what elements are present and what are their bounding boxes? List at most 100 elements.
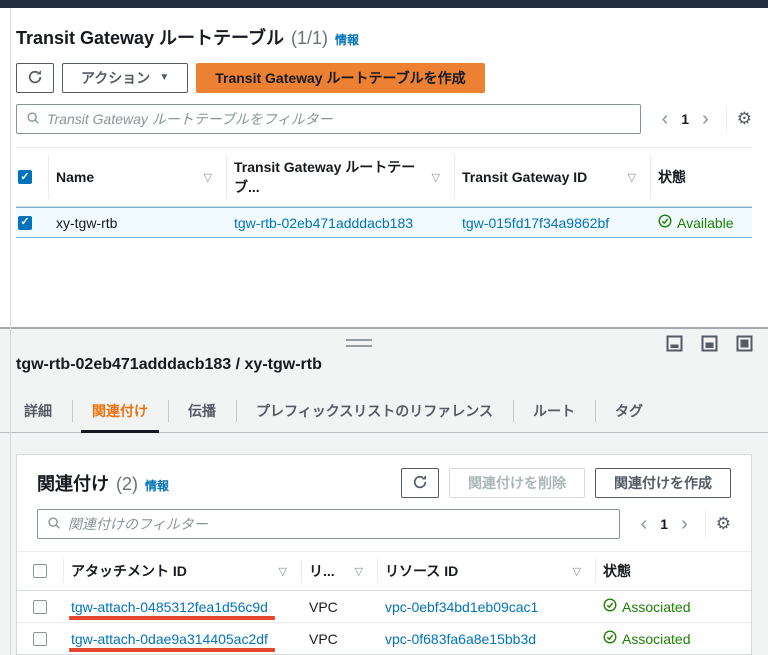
search-box bbox=[37, 509, 620, 539]
split-drag-handle[interactable] bbox=[346, 339, 372, 347]
check-icon: ✓ bbox=[20, 170, 30, 183]
actions-button[interactable]: アクション ▼ bbox=[62, 63, 189, 93]
column-header-label: 状態 bbox=[658, 169, 686, 185]
divider bbox=[704, 511, 706, 537]
info-link[interactable]: 情報 bbox=[335, 31, 359, 48]
status-ok-icon bbox=[603, 630, 617, 647]
refresh-button[interactable] bbox=[16, 63, 54, 93]
status-label: Available bbox=[677, 214, 734, 231]
table-header-row: ✓ Name ▽ Transit Gateway ルートテーブ... ▽ Tra… bbox=[16, 147, 752, 207]
row-checkbox[interactable]: ✓ bbox=[18, 215, 32, 230]
route-tables-panel: Transit Gateway ルートテーブル (1/1) 情報 アクション ▼… bbox=[0, 8, 768, 327]
layout-bottom-small-icon[interactable] bbox=[666, 335, 683, 355]
divider bbox=[725, 106, 727, 132]
column-header-rtb-name[interactable]: Transit Gateway ルートテーブ... ▽ bbox=[226, 148, 454, 206]
resource-id-link[interactable]: vpc-0f683fa6a8e15bb3d bbox=[385, 631, 536, 647]
associations-header: 関連付け (2) 情報 関連付けを削除 関連付けを作成 bbox=[17, 455, 751, 507]
associations-count: (2) bbox=[116, 474, 138, 494]
transit-gateway-id-link[interactable]: tgw-015fd17f34a9862bf bbox=[462, 215, 609, 231]
table-header-row: アタッチメント ID ▽ リ... ▽ リソース ID ▽ 状態 bbox=[17, 551, 751, 591]
search-icon bbox=[47, 516, 61, 533]
cell-name: xy-tgw-rtb bbox=[56, 214, 118, 231]
attachment-id-link[interactable]: tgw-attach-0dae9a314405ac2df bbox=[71, 631, 268, 647]
tab-routes[interactable]: ルート bbox=[513, 390, 595, 432]
create-association-button[interactable]: 関連付けを作成 bbox=[595, 468, 731, 498]
associations-card: 関連付け (2) 情報 関連付けを削除 関連付けを作成 関連付けのフィルター ‹… bbox=[16, 454, 752, 655]
tab-propagations[interactable]: 伝播 bbox=[168, 390, 236, 432]
column-header-label: リソース ID bbox=[385, 563, 459, 579]
filter-row: ‹ 1 › ⚙ bbox=[16, 104, 752, 134]
row-select-cell: ✓ bbox=[16, 210, 48, 236]
tab-tags[interactable]: タグ bbox=[595, 390, 663, 432]
status-label: Associated bbox=[622, 630, 691, 647]
row-checkbox[interactable] bbox=[33, 599, 47, 614]
table-row[interactable]: ✓ xy-tgw-rtb tgw-rtb-02eb471adddacb183 t… bbox=[16, 207, 752, 238]
resource-id-link[interactable]: vpc-0ebf34bd1eb09cac1 bbox=[385, 599, 538, 615]
info-link[interactable]: 情報 bbox=[145, 477, 169, 494]
layout-bottom-half-icon[interactable] bbox=[701, 335, 718, 355]
column-header-label: Name bbox=[56, 169, 95, 185]
column-header-label: リ... bbox=[309, 563, 335, 579]
delete-association-button[interactable]: 関連付けを削除 bbox=[449, 468, 585, 498]
create-route-table-button[interactable]: Transit Gateway ルートテーブルを作成 bbox=[196, 63, 485, 93]
search-box bbox=[16, 104, 641, 134]
page-number[interactable]: 1 bbox=[654, 516, 674, 532]
tab-associations[interactable]: 関連付け bbox=[72, 390, 168, 433]
chevron-right-icon[interactable]: › bbox=[674, 514, 695, 534]
table-row[interactable]: tgw-attach-0dae9a314405ac2df VPC vpc-0f6… bbox=[17, 623, 751, 655]
column-header-label: Transit Gateway ID bbox=[462, 169, 588, 185]
chevron-right-icon[interactable]: › bbox=[695, 109, 716, 129]
red-underline-annotation: tgw-attach-0dae9a314405ac2df bbox=[69, 631, 275, 652]
result-count: (1/1) bbox=[290, 28, 328, 48]
gear-icon[interactable]: ⚙ bbox=[716, 514, 731, 534]
column-header-name[interactable]: Name ▽ bbox=[48, 148, 226, 206]
select-all-checkbox[interactable]: ✓ bbox=[18, 170, 32, 184]
chevron-left-icon[interactable]: ‹ bbox=[655, 109, 676, 129]
column-header-tgw-id[interactable]: Transit Gateway ID ▽ bbox=[454, 148, 650, 206]
associations-filter-row: ‹ 1 › ⚙ bbox=[17, 507, 751, 551]
row-checkbox[interactable] bbox=[33, 631, 47, 646]
tab-details[interactable]: 詳細 bbox=[4, 390, 72, 432]
route-table-filter-input[interactable] bbox=[47, 111, 631, 127]
sort-icon[interactable]: ▽ bbox=[355, 565, 369, 578]
column-header-resource-type[interactable]: リ... ▽ bbox=[301, 552, 377, 590]
refresh-button[interactable] bbox=[401, 468, 439, 498]
status-ok-icon bbox=[658, 214, 672, 231]
select-all-checkbox[interactable] bbox=[33, 564, 47, 578]
row-select-cell bbox=[17, 594, 63, 620]
sort-icon[interactable]: ▽ bbox=[573, 565, 587, 578]
pagination: ‹ 1 › ⚙ bbox=[655, 106, 752, 132]
column-header-status: 状態 bbox=[650, 148, 752, 206]
sort-icon[interactable]: ▽ bbox=[628, 171, 642, 184]
sort-icon[interactable]: ▽ bbox=[204, 171, 218, 184]
check-icon: ✓ bbox=[20, 216, 30, 228]
attachment-id-link[interactable]: tgw-attach-0485312fea1d56c9d bbox=[71, 599, 268, 615]
route-table-id-link[interactable]: tgw-rtb-02eb471adddacb183 bbox=[234, 215, 413, 231]
layout-full-icon[interactable] bbox=[736, 335, 753, 355]
chevron-left-icon[interactable]: ‹ bbox=[634, 514, 655, 534]
content-left-border bbox=[10, 8, 11, 655]
status-badge: Associated bbox=[603, 598, 690, 615]
route-tables-table: ✓ Name ▽ Transit Gateway ルートテーブ... ▽ Tra… bbox=[16, 147, 752, 238]
page-number[interactable]: 1 bbox=[675, 111, 695, 127]
column-header-attachment-id[interactable]: アタッチメント ID ▽ bbox=[63, 552, 301, 590]
sort-icon[interactable]: ▽ bbox=[279, 565, 293, 578]
tab-prefix-list-references[interactable]: プレフィックスリストのリファレンス bbox=[236, 390, 513, 432]
sort-icon[interactable]: ▽ bbox=[432, 171, 446, 184]
status-ok-icon bbox=[603, 598, 617, 615]
detail-tabs: 詳細 関連付け 伝播 プレフィックスリストのリファレンス ルート タグ bbox=[0, 390, 768, 433]
column-header-resource-id[interactable]: リソース ID ▽ bbox=[377, 552, 595, 590]
toolbar: アクション ▼ Transit Gateway ルートテーブルを作成 bbox=[16, 63, 752, 93]
detail-title: tgw-rtb-02eb471adddacb183 / xy-tgw-rtb bbox=[16, 356, 322, 373]
status-label: Associated bbox=[622, 598, 691, 615]
associations-title: 関連付け bbox=[37, 474, 109, 494]
page-title: Transit Gateway ルートテーブル bbox=[16, 28, 284, 48]
association-filter-input[interactable] bbox=[68, 516, 610, 532]
gear-icon[interactable]: ⚙ bbox=[737, 109, 752, 129]
associations-table: アタッチメント ID ▽ リ... ▽ リソース ID ▽ 状態 tgw-att… bbox=[17, 551, 751, 655]
table-row[interactable]: tgw-attach-0485312fea1d56c9d VPC vpc-0eb… bbox=[17, 591, 751, 623]
page-title-row: Transit Gateway ルートテーブル (1/1) 情報 bbox=[16, 24, 752, 50]
actions-button-label: アクション bbox=[81, 70, 151, 86]
console-top-bar bbox=[0, 0, 768, 8]
red-underline-annotation: tgw-attach-0485312fea1d56c9d bbox=[69, 599, 275, 620]
